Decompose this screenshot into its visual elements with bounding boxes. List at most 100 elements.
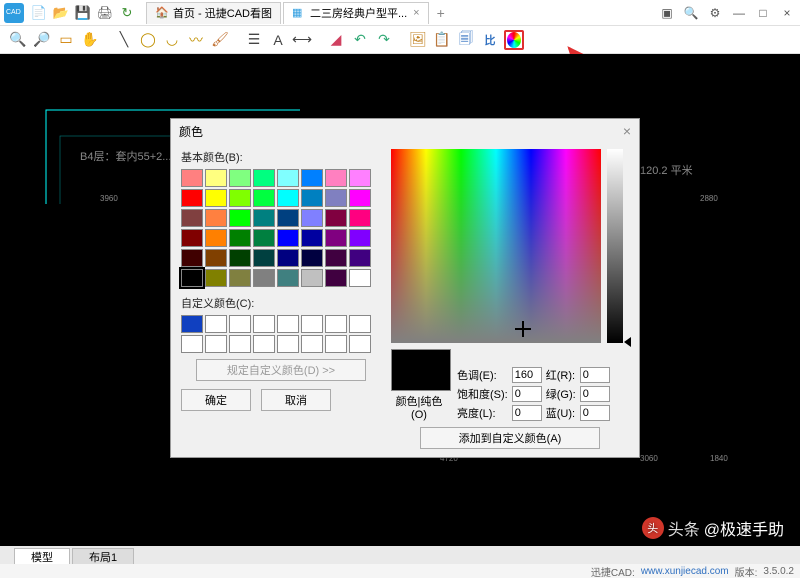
lum-input[interactable] [512, 405, 542, 421]
basic-swatch[interactable] [253, 189, 275, 207]
ok-button[interactable]: 确定 [181, 389, 251, 411]
basic-swatch[interactable] [277, 269, 299, 287]
hue-sat-picker[interactable] [391, 149, 601, 343]
basic-swatch[interactable] [205, 169, 227, 187]
define-custom-button[interactable]: 规定自定义颜色(D) >> [196, 359, 366, 381]
red-input[interactable] [580, 367, 610, 383]
background-color-button[interactable] [504, 30, 524, 50]
basic-swatch[interactable] [325, 209, 347, 227]
basic-swatch[interactable] [181, 229, 203, 247]
basic-swatch[interactable] [325, 269, 347, 287]
layer-icon[interactable]: ☰ [244, 30, 264, 50]
basic-swatch[interactable] [205, 209, 227, 227]
basic-swatch[interactable] [277, 189, 299, 207]
status-url[interactable]: www.xunjiecad.com [641, 566, 729, 577]
tab-file[interactable]: ▦ 二三房经典户型平... × [283, 2, 429, 24]
custom-swatch[interactable] [301, 315, 323, 333]
settings-icon[interactable]: ⚙ [706, 4, 724, 22]
basic-swatch[interactable] [181, 169, 203, 187]
basic-swatch[interactable] [181, 269, 203, 287]
line-tool-icon[interactable]: ╲ [114, 30, 134, 50]
export-image-icon[interactable]: 🖼 [408, 30, 428, 50]
refresh-icon[interactable]: ↻ [118, 4, 136, 22]
sheet-tab-layout1[interactable]: 布局1 [72, 548, 134, 564]
tab-add-icon[interactable]: + [431, 5, 451, 21]
sheet-tab-model[interactable]: 模型 [14, 548, 70, 564]
basic-swatch[interactable] [349, 189, 371, 207]
zoom-out-icon[interactable]: 🔎 [32, 30, 52, 50]
basic-swatch[interactable] [301, 169, 323, 187]
custom-swatch[interactable] [301, 335, 323, 353]
custom-swatch[interactable] [253, 315, 275, 333]
blue-input[interactable] [580, 405, 610, 421]
custom-swatch[interactable] [205, 335, 227, 353]
circle-tool-icon[interactable]: ◯ [138, 30, 158, 50]
pan-icon[interactable]: ✋ [80, 30, 100, 50]
custom-swatch[interactable] [277, 315, 299, 333]
save-icon[interactable]: 💾 [74, 4, 92, 22]
hue-input[interactable] [512, 367, 542, 383]
basic-swatch[interactable] [181, 209, 203, 227]
basic-swatch[interactable] [229, 249, 251, 267]
brush-tool-icon[interactable]: 🖌 [210, 30, 230, 50]
basic-swatch[interactable] [205, 269, 227, 287]
luminance-slider[interactable] [607, 149, 623, 343]
basic-swatch[interactable] [349, 209, 371, 227]
basic-swatch[interactable] [229, 229, 251, 247]
custom-swatch[interactable] [349, 335, 371, 353]
basic-swatch[interactable] [325, 169, 347, 187]
batch-icon[interactable]: 🗐 [456, 30, 476, 50]
custom-swatch[interactable] [229, 315, 251, 333]
basic-swatch[interactable] [229, 209, 251, 227]
basic-swatch[interactable] [253, 249, 275, 267]
add-custom-button[interactable]: 添加到自定义颜色(A) [420, 427, 600, 449]
basic-swatch[interactable] [229, 169, 251, 187]
basic-swatch[interactable] [301, 229, 323, 247]
basic-swatch[interactable] [229, 189, 251, 207]
dialog-titlebar[interactable]: 颜色 × [171, 119, 639, 143]
custom-swatch[interactable] [205, 315, 227, 333]
basic-swatch[interactable] [325, 189, 347, 207]
green-input[interactable] [580, 386, 610, 402]
basic-swatch[interactable] [253, 209, 275, 227]
cancel-button[interactable]: 取消 [261, 389, 331, 411]
custom-swatch[interactable] [229, 335, 251, 353]
custom-swatch[interactable] [277, 335, 299, 353]
text-tool-icon[interactable]: A [268, 30, 288, 50]
basic-swatch[interactable] [205, 249, 227, 267]
arc-tool-icon[interactable]: ◡ [162, 30, 182, 50]
eraser-icon[interactable]: ◢ [326, 30, 346, 50]
maximize-icon[interactable]: □ [754, 4, 772, 22]
basic-swatch[interactable] [277, 229, 299, 247]
basic-swatch[interactable] [229, 269, 251, 287]
basic-swatch[interactable] [277, 249, 299, 267]
export-pdf-icon[interactable]: 📋 [432, 30, 452, 50]
basic-swatch[interactable] [349, 249, 371, 267]
tab-home[interactable]: 🏠 首页 - 迅捷CAD看图 [146, 2, 281, 24]
basic-swatch[interactable] [277, 209, 299, 227]
basic-swatch[interactable] [349, 269, 371, 287]
tab-close-icon[interactable]: × [413, 7, 419, 19]
custom-swatch[interactable] [181, 335, 203, 353]
basic-swatch[interactable] [301, 269, 323, 287]
basic-swatch[interactable] [253, 269, 275, 287]
basic-swatch[interactable] [205, 229, 227, 247]
undo-icon[interactable]: ↶ [350, 30, 370, 50]
sat-input[interactable] [512, 386, 542, 402]
redo-icon[interactable]: ↷ [374, 30, 394, 50]
custom-swatch[interactable] [325, 335, 347, 353]
basic-swatch[interactable] [181, 249, 203, 267]
basic-swatch[interactable] [301, 189, 323, 207]
custom-swatch[interactable] [181, 315, 203, 333]
basic-swatch[interactable] [277, 169, 299, 187]
zoom-fit-icon[interactable]: 🔍 [682, 4, 700, 22]
polyline-tool-icon[interactable]: 〰 [186, 30, 206, 50]
minimize-icon[interactable]: — [730, 4, 748, 22]
basic-swatch[interactable] [349, 169, 371, 187]
measure-icon[interactable]: 比 [480, 30, 500, 50]
new-file-icon[interactable]: 📄 [30, 4, 48, 22]
custom-swatch[interactable] [253, 335, 275, 353]
close-icon[interactable]: × [778, 4, 796, 22]
basic-swatch[interactable] [301, 249, 323, 267]
basic-swatch[interactable] [253, 169, 275, 187]
